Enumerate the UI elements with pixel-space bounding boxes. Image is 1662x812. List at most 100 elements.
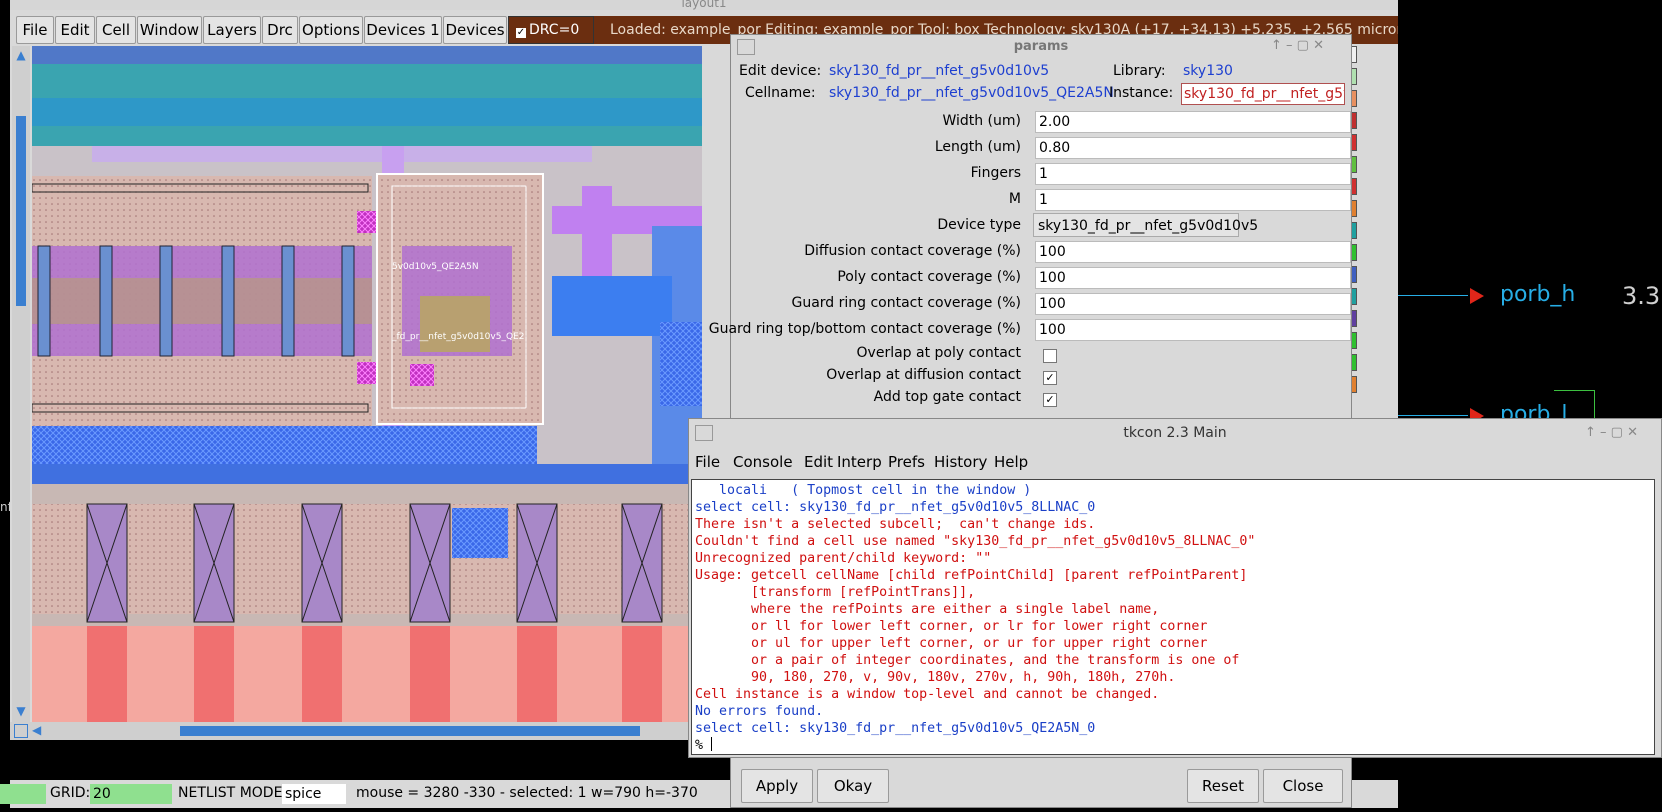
netlist-value[interactable]: spice xyxy=(282,784,346,804)
menu-drc[interactable]: Drc xyxy=(262,16,298,44)
guard-ring-tb-coverage-input[interactable]: 100 xyxy=(1035,319,1351,341)
add-top-gate-checkbox[interactable]: ✓ xyxy=(1043,393,1057,407)
tkcon-menu-help[interactable]: Help xyxy=(994,453,1028,471)
menu-edit[interactable]: Edit xyxy=(55,16,95,44)
net-label-porb-h: porb_h xyxy=(1500,282,1576,307)
horizontal-scroll-thumb[interactable] xyxy=(180,726,640,736)
window-controls-icon[interactable]: ↑ – ▢ ✕ xyxy=(1585,425,1638,440)
schematic-wire xyxy=(1398,415,1468,416)
console-prompt[interactable]: % xyxy=(695,737,1654,754)
console-line: Couldn't find a cell use named "sky130_f… xyxy=(695,534,1256,549)
params-form: Width (um) 2.00 Length (um) 0.80 Fingers… xyxy=(709,109,1351,449)
console-line: where the refPoints are either a single … xyxy=(695,602,1160,617)
console-line: [transform [refPointTrans]], xyxy=(695,585,976,600)
cellname-label: Cellname: xyxy=(745,85,816,101)
diffusion-coverage-label: Diffusion contact coverage (%) xyxy=(804,243,1021,259)
vertical-scroll-thumb[interactable] xyxy=(16,116,26,306)
library-label: Library: xyxy=(1113,63,1166,79)
console-line: select cell: sky130_fd_pr__nfet_g5v0d10v… xyxy=(695,500,1096,515)
apply-button[interactable]: Apply xyxy=(741,769,813,803)
menu-layers[interactable]: Layers xyxy=(203,16,261,44)
console-line: or a pair of integer coordinates, and th… xyxy=(695,653,1240,668)
zoom-box-icon[interactable] xyxy=(14,724,28,738)
close-button[interactable]: Close xyxy=(1263,769,1343,803)
poly-coverage-input[interactable]: 100 xyxy=(1035,267,1351,289)
tkcon-menu-file[interactable]: File xyxy=(695,453,720,471)
tkcon-menu-history[interactable]: History xyxy=(934,453,987,471)
window-menu-icon[interactable] xyxy=(737,39,755,55)
menu-window[interactable]: Window xyxy=(137,16,202,44)
width-input[interactable]: 2.00 xyxy=(1035,111,1351,133)
length-label: Length (um) xyxy=(934,139,1021,155)
menu-cell[interactable]: Cell xyxy=(96,16,136,44)
width-label: Width (um) xyxy=(942,113,1021,129)
overlap-poly-checkbox[interactable] xyxy=(1043,349,1057,363)
window-controls-icon[interactable]: ↑ – ▢ ✕ xyxy=(1271,38,1324,53)
guard-ring-tb-coverage-label: Guard ring top/bottom contact coverage (… xyxy=(708,321,1021,337)
tkcon-menu-console[interactable]: Console xyxy=(733,453,793,471)
console-line: 90, 180, 270, v, 90v, 180v, 270v, h, 90h… xyxy=(695,670,1176,685)
cell-label-short: 5v0d10v5_QE2A5N xyxy=(392,262,479,272)
params-title: params xyxy=(731,35,1351,59)
scroll-up-icon[interactable]: ▲ xyxy=(14,48,28,62)
scroll-left-icon[interactable]: ◀ xyxy=(32,723,46,737)
poly-coverage-label: Poly contact coverage (%) xyxy=(837,269,1021,285)
library-value: sky130 xyxy=(1183,63,1233,79)
console-line: There isn't a selected subcell; can't ch… xyxy=(695,517,1096,532)
schematic-wire xyxy=(1594,390,1595,420)
grid-value[interactable]: 20 xyxy=(90,784,172,804)
console-line: select cell: sky130_fd_pr__nfet_g5v0d10v… xyxy=(695,721,1096,736)
console-line: locali ( Topmost cell in the window ) xyxy=(695,483,1032,498)
prompt-symbol: % xyxy=(695,738,712,753)
schematic-left-edge: nf xyxy=(0,0,12,780)
fingers-input[interactable]: 1 xyxy=(1035,163,1351,185)
vertical-scrollbar[interactable]: ▲ ▼ xyxy=(12,46,30,722)
console-output[interactable]: locali ( Topmost cell in the window ) se… xyxy=(691,479,1655,755)
layout-window-title: layout1 xyxy=(10,0,1398,10)
cell-label-long: _fd_pr__nfet_g5v0d10v5_QE2 xyxy=(392,332,525,342)
drc-checkbox-icon[interactable]: ✓ xyxy=(516,28,526,38)
scroll-down-icon[interactable]: ▼ xyxy=(14,704,28,718)
instance-label: Instance: xyxy=(1109,85,1174,101)
device-type-button[interactable]: sky130_fd_pr__nfet_g5v0d10v5 xyxy=(1033,213,1258,237)
menu-options[interactable]: Options xyxy=(299,16,363,44)
layout-drawing xyxy=(32,46,702,722)
tkcon-title: tkcon 2.3 Main xyxy=(1123,425,1227,441)
grid-label: GRID: xyxy=(50,785,91,801)
horizontal-scrollbar[interactable]: ◀ xyxy=(10,722,698,740)
reset-button[interactable]: Reset xyxy=(1187,769,1259,803)
menu-file[interactable]: File xyxy=(16,16,54,44)
tkcon-menu-prefs[interactable]: Prefs xyxy=(888,453,925,471)
menu-devices-1[interactable]: Devices 1 xyxy=(364,16,442,44)
drc-label: DRC=0 xyxy=(529,22,580,38)
drc-toggle[interactable]: ✓ DRC=0 xyxy=(508,16,594,44)
edit-device-value: sky130_fd_pr__nfet_g5v0d10v5 xyxy=(829,63,1050,79)
mouse-readout: mouse = 3280 -330 - selected: 1 w=790 h=… xyxy=(356,785,698,801)
console-line: or ll for lower left corner, or lr for l… xyxy=(695,619,1208,634)
tkcon-menubar: File Console Edit Interp Prefs History H… xyxy=(689,449,1661,477)
guard-ring-coverage-input[interactable]: 100 xyxy=(1035,293,1351,315)
tkcon-menu-interp[interactable]: Interp xyxy=(837,453,882,471)
voltage-label: 3.3 xyxy=(1622,282,1661,310)
console-line: Unrecognized parent/child keyword: "" xyxy=(695,551,992,566)
net-arrow-icon xyxy=(1470,288,1484,304)
cellname-value: sky130_fd_pr__nfet_g5v0d10v5_QE2A5N xyxy=(829,85,1114,101)
diffusion-coverage-input[interactable]: 100 xyxy=(1035,241,1351,263)
console-line: No errors found. xyxy=(695,704,824,719)
console-line: Usage: getcell cellName [child refPointC… xyxy=(695,568,1248,583)
text-cursor-icon xyxy=(711,737,713,751)
m-input[interactable]: 1 xyxy=(1035,189,1351,211)
guard-ring-coverage-label: Guard ring contact coverage (%) xyxy=(791,295,1021,311)
add-top-gate-label: Add top gate contact xyxy=(873,389,1021,405)
overlap-diffusion-checkbox[interactable]: ✓ xyxy=(1043,371,1057,385)
menu-devices-2[interactable]: Devices 2 xyxy=(443,16,507,65)
grid-indicator xyxy=(0,784,46,804)
instance-input[interactable]: sky130_fd_pr__nfet_g5v0 xyxy=(1181,83,1345,105)
layout-canvas[interactable]: 5v0d10v5_QE2A5N _fd_pr__nfet_g5v0d10v5_Q… xyxy=(32,46,702,722)
schematic-wire xyxy=(1398,295,1468,296)
tkcon-menu-edit[interactable]: Edit xyxy=(804,453,833,471)
netlist-label: NETLIST MODE: xyxy=(178,785,288,801)
schematic-wire xyxy=(1554,390,1594,391)
length-input[interactable]: 0.80 xyxy=(1035,137,1351,159)
okay-button[interactable]: Okay xyxy=(817,769,889,803)
